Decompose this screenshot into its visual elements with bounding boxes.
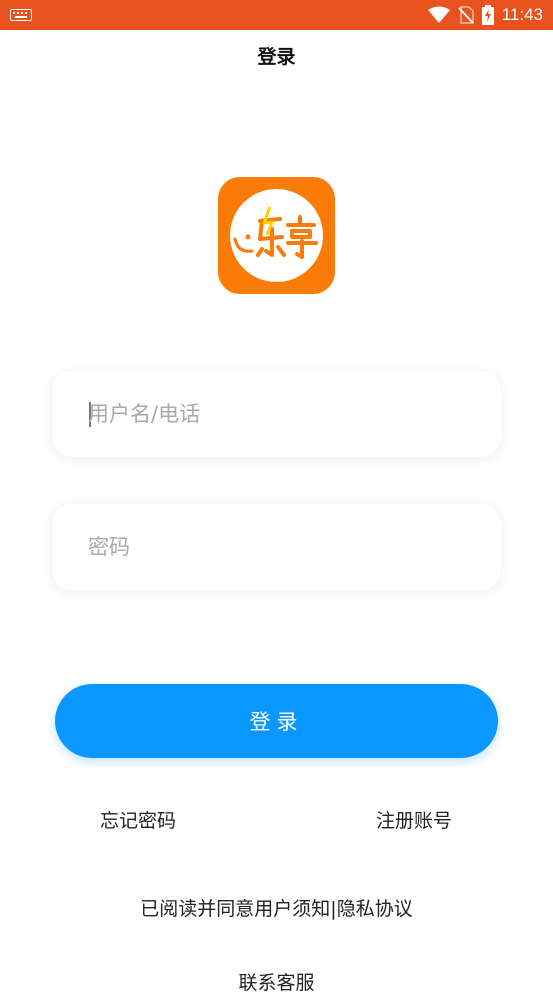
privacy-link[interactable]: 隐私协议	[337, 894, 413, 921]
agreement-prefix: 已阅读并同意	[140, 898, 255, 920]
logo-icon	[233, 206, 318, 259]
password-field[interactable]	[52, 504, 501, 590]
status-time: 11:43	[501, 5, 543, 24]
app-logo	[218, 177, 335, 294]
battery-charging-icon	[481, 5, 494, 25]
page-title: 登录	[257, 46, 296, 68]
username-field[interactable]	[52, 371, 501, 457]
contact-support-link[interactable]: 联系客服	[0, 968, 553, 995]
wifi-icon	[427, 6, 450, 23]
status-bar: 11:43	[0, 0, 553, 30]
password-input[interactable]	[88, 504, 468, 590]
forgot-password-link[interactable]: 忘记密码	[100, 806, 176, 833]
login-button[interactable]: 登录	[55, 684, 498, 758]
keyboard-icon	[10, 9, 32, 21]
agreement-text: 已阅读并同意用户须知|隐私协议	[0, 894, 553, 921]
register-link[interactable]: 注册账号	[376, 806, 452, 833]
user-terms-link[interactable]: 用户须知	[254, 894, 330, 921]
username-input[interactable]	[88, 371, 468, 457]
no-sim-icon	[457, 6, 474, 24]
